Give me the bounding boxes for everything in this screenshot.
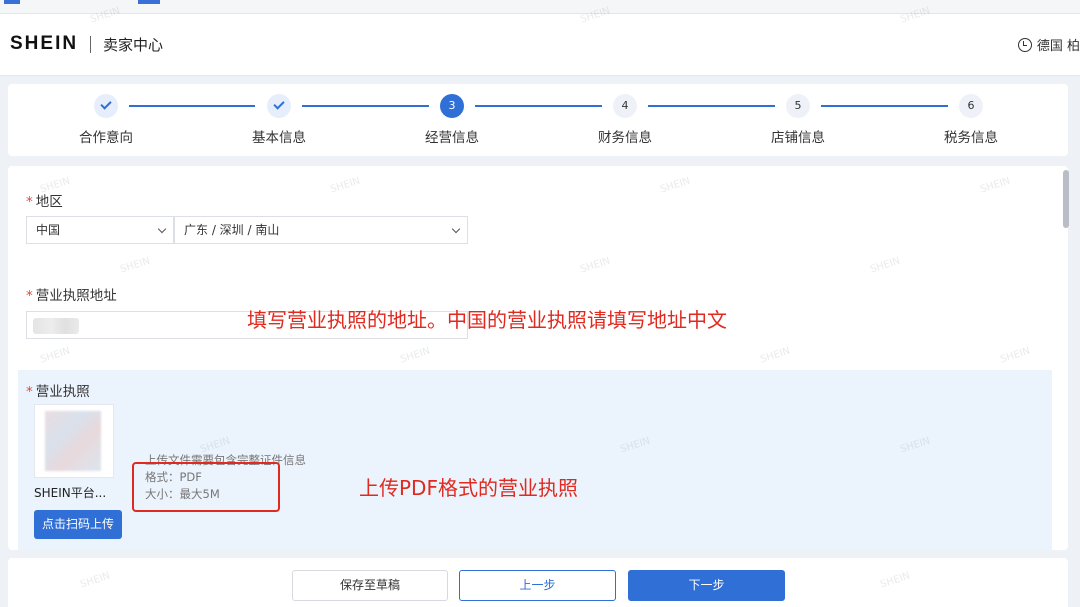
- shein-logo[interactable]: SHEIN: [10, 33, 78, 55]
- step-connector: [475, 105, 602, 107]
- registration-stepper: 合作意向 基本信息 3 经营信息 4 财务信息 5 店铺信息 6 税务信息: [8, 84, 1068, 156]
- step-1-label: 合作意向: [79, 130, 133, 146]
- address-annotation: 填写营业执照的地址。中国的营业执照请填写地址中文: [247, 308, 727, 332]
- region-label: 德国 柏: [1036, 39, 1080, 54]
- required-mark: *: [26, 384, 33, 400]
- step-2-circle: [267, 94, 291, 118]
- previous-step-button[interactable]: 上一步: [459, 570, 616, 601]
- chevron-down-icon: [451, 224, 461, 234]
- tab-fragment: [138, 0, 160, 4]
- step-connector: [129, 105, 255, 107]
- step-5-circle: 5: [786, 94, 810, 118]
- browser-tab-strip: [0, 0, 1080, 14]
- check-icon: [100, 98, 112, 110]
- country-select[interactable]: 中国: [26, 216, 174, 244]
- tab-fragment: [4, 0, 20, 4]
- license-label-text: 营业执照: [35, 384, 90, 400]
- region-selector[interactable]: 德国 柏: [1017, 35, 1080, 54]
- license-annotation: 上传PDF格式的营业执照: [359, 476, 578, 500]
- business-info-form: * 地区 中国 广东 / 深圳 / 南山 * 营业执照地址 填写营业执照的地址。中国…: [8, 166, 1068, 550]
- region-field-label: * 地区: [26, 190, 63, 210]
- license-field-label: * 营业执照: [26, 380, 90, 400]
- clock-icon: [1017, 37, 1032, 52]
- step-3-circle: 3: [440, 94, 464, 118]
- save-draft-button[interactable]: 保存至草稿: [292, 570, 448, 601]
- area-cascader[interactable]: 广东 / 深圳 / 南山: [174, 216, 468, 244]
- address-label-text: 营业执照地址: [35, 288, 117, 304]
- step-5-label: 店铺信息: [771, 130, 825, 146]
- license-upload-panel: * 营业执照 SHEIN平台... 点击扫码上传 上传文件需要包含完整证件信息 格…: [18, 370, 1052, 550]
- scan-upload-button[interactable]: 点击扫码上传: [34, 510, 122, 539]
- area-value: 广东 / 深圳 / 南山: [184, 223, 280, 237]
- logo-divider: [90, 36, 91, 53]
- step-3-label: 经营信息: [425, 130, 479, 146]
- step-4-label: 财务信息: [598, 130, 652, 146]
- chevron-down-icon: [157, 224, 167, 234]
- address-field-label: * 营业执照地址: [26, 284, 117, 304]
- redacted-license-preview: [45, 411, 101, 471]
- country-value: 中国: [36, 223, 61, 237]
- step-1-circle: [94, 94, 118, 118]
- step-2-label: 基本信息: [252, 130, 306, 146]
- step-4-circle: 4: [613, 94, 637, 118]
- scrollbar-thumb[interactable]: [1063, 170, 1069, 228]
- step-connector: [302, 105, 429, 107]
- required-mark: *: [26, 288, 33, 304]
- check-icon: [273, 98, 285, 110]
- step-connector: [821, 105, 948, 107]
- redacted-address-text: [33, 318, 79, 334]
- required-mark: *: [26, 194, 33, 210]
- license-file-thumbnail[interactable]: [34, 404, 114, 478]
- highlight-box: [132, 462, 280, 512]
- region-label-text: 地区: [35, 194, 63, 210]
- step-6-circle: 6: [959, 94, 983, 118]
- step-6-label: 税务信息: [944, 130, 998, 146]
- next-step-button[interactable]: 下一步: [628, 570, 785, 601]
- seller-center-title: 卖家中心: [103, 36, 164, 54]
- form-scrollbar[interactable]: [1060, 168, 1074, 552]
- step-connector: [648, 105, 775, 107]
- license-file-name: SHEIN平台...: [34, 486, 107, 500]
- app-header: SHEIN 卖家中心 德国 柏: [0, 14, 1080, 76]
- action-bar: 保存至草稿 上一步 下一步: [8, 558, 1068, 607]
